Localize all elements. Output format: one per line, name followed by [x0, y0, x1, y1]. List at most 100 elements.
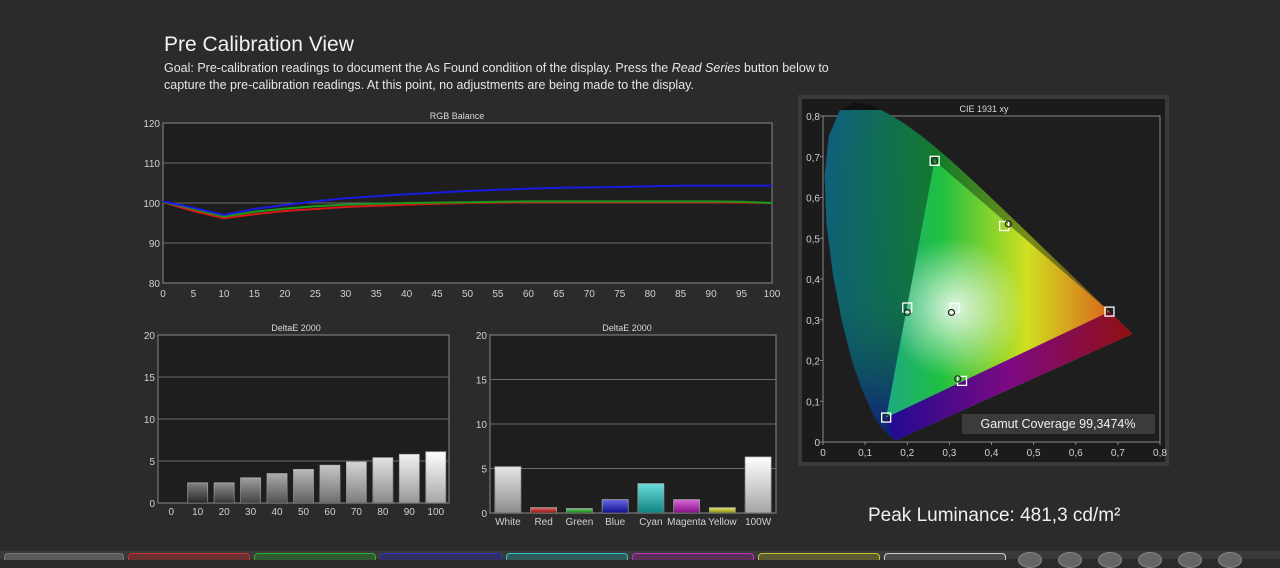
rgb-x-tick-label: 60: [523, 289, 535, 300]
rgb-x-tick-label: 65: [553, 289, 565, 300]
col-x-tick-label: Red: [534, 517, 552, 528]
gray-y-tick-label: 20: [144, 331, 156, 342]
gray-x-tick-label: 90: [404, 507, 416, 518]
rgb-x-tick-label: 20: [279, 289, 291, 300]
cie-y-tick-label: 0,3: [806, 316, 820, 327]
rgb-x-tick-label: 15: [249, 289, 261, 300]
rgb-x-tick-label: 85: [675, 289, 687, 300]
col-x-tick-label: Magenta: [667, 517, 706, 528]
col-bar-shade-2: [566, 508, 593, 513]
col-bar-shade-7: [745, 456, 772, 513]
rgb-x-tick-label: 10: [218, 289, 230, 300]
toolbar-round-button-3[interactable]: [1098, 552, 1122, 568]
col-y-tick-label: 10: [476, 420, 488, 431]
cie-x-tick-label: 0,6: [1069, 448, 1083, 459]
rgb-balance-chart: RGB Balance 80 90 100 110 120 0 5 10 15 20 25 30 35…: [143, 111, 780, 300]
cie-chart: CIE 1931 xy 0 0,1 0,2 0,3 0,4 0,5 0,6 0,7 0,8 0 0,…: [798, 95, 1169, 466]
cie-chart-title: CIE 1931 xy: [959, 104, 1009, 114]
rgb-x-tick-label: 90: [706, 289, 718, 300]
col-x-tick-label: Yellow: [708, 517, 737, 528]
rgb-x-tick-label: 5: [191, 289, 197, 300]
cie-x-tick-label: 0,5: [1027, 448, 1041, 459]
gamut-coverage-label: Gamut Coverage 99,3474%: [981, 417, 1136, 431]
cie-y-tick-label: 0,4: [806, 275, 820, 286]
gray-bar-shade-9: [399, 454, 420, 503]
gray-x-tick-label: 100: [427, 507, 444, 518]
rgb-x-tick-label: 80: [645, 289, 657, 300]
col-x-tick-label: Green: [565, 517, 593, 528]
cie-x-tick-label: 0: [820, 448, 826, 459]
gray-x-tick-label: 70: [351, 507, 363, 518]
cie-y-tick-label: 0,8: [806, 112, 820, 123]
toolbar-round-button-1[interactable]: [1018, 552, 1042, 568]
toolbar-round-button-4[interactable]: [1138, 552, 1162, 568]
deltae-color-chart: DeltaE 2000 0 5 10 15 20 White Red Green Blue Cy…: [476, 323, 777, 528]
gray-bar-shade-10: [425, 451, 446, 503]
col-x-tick-label: Blue: [605, 517, 625, 528]
toolbar-round-button-5[interactable]: [1178, 552, 1202, 568]
col-x-tick-label: White: [495, 517, 521, 528]
cie-y-tick-label: 0,2: [806, 357, 820, 368]
gray-x-tick-label: 30: [245, 507, 257, 518]
rgb-y-tick-label: 110: [144, 159, 160, 170]
toolbar-round-button-6[interactable]: [1218, 552, 1242, 568]
deltae-gray-title: DeltaE 2000: [271, 323, 321, 333]
deltae-color-x-ticks: White Red Green Blue Cyan Magenta Yellow 100W: [495, 517, 772, 528]
gray-x-tick-label: 10: [192, 507, 204, 518]
gray-bar-shade-8: [372, 457, 393, 503]
gray-bar-shade-7: [346, 461, 367, 503]
col-bar-shade-0: [494, 466, 521, 513]
gray-x-tick-label: 60: [324, 507, 336, 518]
gray-x-tick-label: 0: [168, 507, 174, 518]
rgb-x-tick-label: 70: [584, 289, 596, 300]
cie-y-tick-label: 0,1: [806, 397, 820, 408]
cie-x-tick-label: 0,8: [1153, 448, 1167, 459]
col-bar-shade-5: [673, 499, 700, 513]
gray-x-tick-label: 40: [271, 507, 283, 518]
rgb-y-tick-label: 100: [143, 199, 160, 210]
deltae-grayscale-chart: DeltaE 2000 0 5 10 15 20 0 10 20 30 40 50 60 70 80 90…: [144, 323, 450, 518]
cie-x-tick-label: 0,2: [900, 448, 914, 459]
cie-x-tick-label: 0,7: [1111, 448, 1125, 459]
rgb-x-tick-label: 30: [340, 289, 352, 300]
deltae-gray-y-ticks: 0 5 10 15 20: [144, 331, 156, 510]
col-y-tick-label: 15: [476, 376, 488, 387]
gray-bar-shade-1: [187, 482, 208, 503]
deltae-color-y-ticks: 0 5 10 15 20: [476, 331, 488, 520]
rgb-x-tick-label: 40: [401, 289, 413, 300]
rgb-y-ticks: 80 90 100 110 120: [143, 119, 160, 290]
col-bar-shade-4: [637, 483, 664, 513]
rgb-x-tick-label: 25: [310, 289, 322, 300]
gray-y-tick-label: 5: [149, 457, 155, 468]
rgb-x-tick-label: 50: [462, 289, 474, 300]
gray-y-tick-label: 10: [144, 415, 156, 426]
rgb-y-tick-label: 90: [149, 239, 161, 250]
col-bar-shade-6: [709, 507, 736, 513]
gray-bar-shade-2: [214, 482, 235, 503]
rgb-x-tick-label: 0: [160, 289, 166, 300]
gray-x-tick-label: 20: [219, 507, 231, 518]
col-bar-shade-3: [602, 499, 629, 513]
cie-y-tick-label: 0,7: [806, 153, 820, 164]
cie-x-tick-label: 0,3: [942, 448, 956, 459]
charts-canvas: RGB Balance 8090100110120 0 5 10 15 20 25 30 35…: [143, 95, 1169, 528]
gray-bar-shade-5: [293, 469, 314, 503]
gray-y-tick-label: 0: [149, 499, 155, 510]
cie-y-tick-label: 0,6: [806, 194, 820, 205]
rgb-x-tick-label: 35: [371, 289, 383, 300]
gray-x-tick-label: 50: [298, 507, 310, 518]
cie-x-tick-label: 0,1: [858, 448, 872, 459]
rgb-x-ticks: 0 5 10 15 20 25 30 35 40 45 50 55 60 65 70 75 80 85 90 95 10…: [160, 289, 781, 300]
rgb-x-tick-label: 45: [431, 289, 443, 300]
deltae-gray-x-ticks: 0 10 20 30 40 50 60 70 80 90 100: [168, 507, 444, 518]
gray-bar-shade-3: [240, 477, 261, 503]
gray-x-tick-label: 80: [377, 507, 389, 518]
col-x-tick-label: 100W: [745, 517, 772, 528]
rgb-y-tick-label: 80: [149, 279, 161, 290]
col-y-tick-label: 0: [481, 509, 487, 520]
col-x-tick-label: Cyan: [639, 517, 662, 528]
rgb-y-tick-label: 120: [143, 119, 160, 130]
peak-luminance: Peak Luminance: 481,3 cd/m²: [868, 505, 1121, 526]
toolbar-round-button-2[interactable]: [1058, 552, 1082, 568]
rgb-x-tick-label: 55: [492, 289, 504, 300]
